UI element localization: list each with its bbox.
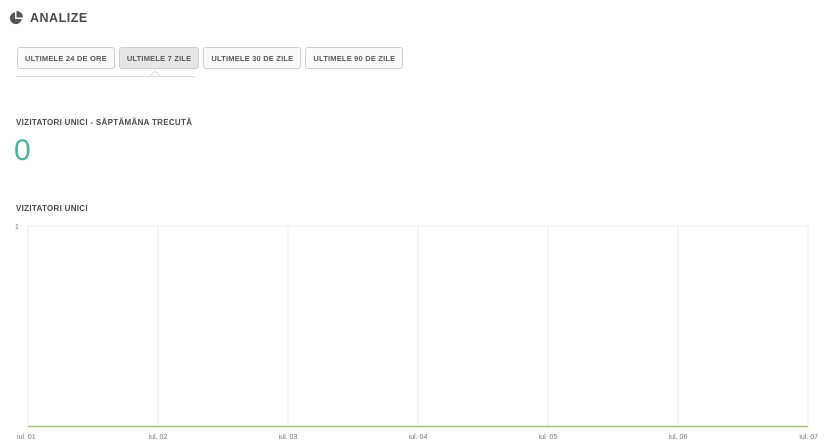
tab-underline bbox=[17, 76, 195, 77]
x-tick-label: iul. 07 bbox=[799, 434, 818, 441]
x-tick-label: iul. 03 bbox=[279, 434, 298, 441]
page-header: ANALIZE bbox=[9, 10, 88, 26]
unique-visitors-last-week-label: VIZITATORI UNICI - SĂPTĂMÂNA TRECUTĂ bbox=[16, 118, 193, 127]
active-tab-caret bbox=[150, 71, 160, 77]
chart-svg: 1 iul. 01 iul. 02 iul. 03 iul. 04 iul. 05 iul.… bbox=[15, 224, 818, 441]
x-tick-label: iul. 06 bbox=[669, 434, 688, 441]
time-range-tabs: ULTIMELE 24 DE ORE ULTIMELE 7 ZILE ULTIM… bbox=[17, 47, 407, 69]
chart-title: VIZITATORI UNICI bbox=[16, 204, 88, 213]
page-title: ANALIZE bbox=[30, 11, 88, 25]
tab-last-24-hours[interactable]: ULTIMELE 24 DE ORE bbox=[17, 47, 115, 69]
pie-chart-icon bbox=[9, 11, 23, 25]
x-tick-label: iul. 01 bbox=[17, 434, 36, 441]
x-tick-label: iul. 05 bbox=[539, 434, 558, 441]
tab-last-7-days[interactable]: ULTIMELE 7 ZILE bbox=[118, 47, 200, 69]
tab-last-90-days[interactable]: ULTIMELE 90 DE ZILE bbox=[305, 47, 404, 69]
unique-visitors-last-week-value: 0 bbox=[14, 134, 31, 167]
y-tick-label: 1 bbox=[15, 224, 19, 231]
unique-visitors-chart: 1 iul. 01 iul. 02 iul. 03 iul. 04 iul. 05 iul.… bbox=[0, 215, 831, 448]
x-tick-label: iul. 04 bbox=[409, 434, 428, 441]
tab-last-30-days[interactable]: ULTIMELE 30 DE ZILE bbox=[203, 47, 302, 69]
x-tick-label: iul. 02 bbox=[149, 434, 168, 441]
